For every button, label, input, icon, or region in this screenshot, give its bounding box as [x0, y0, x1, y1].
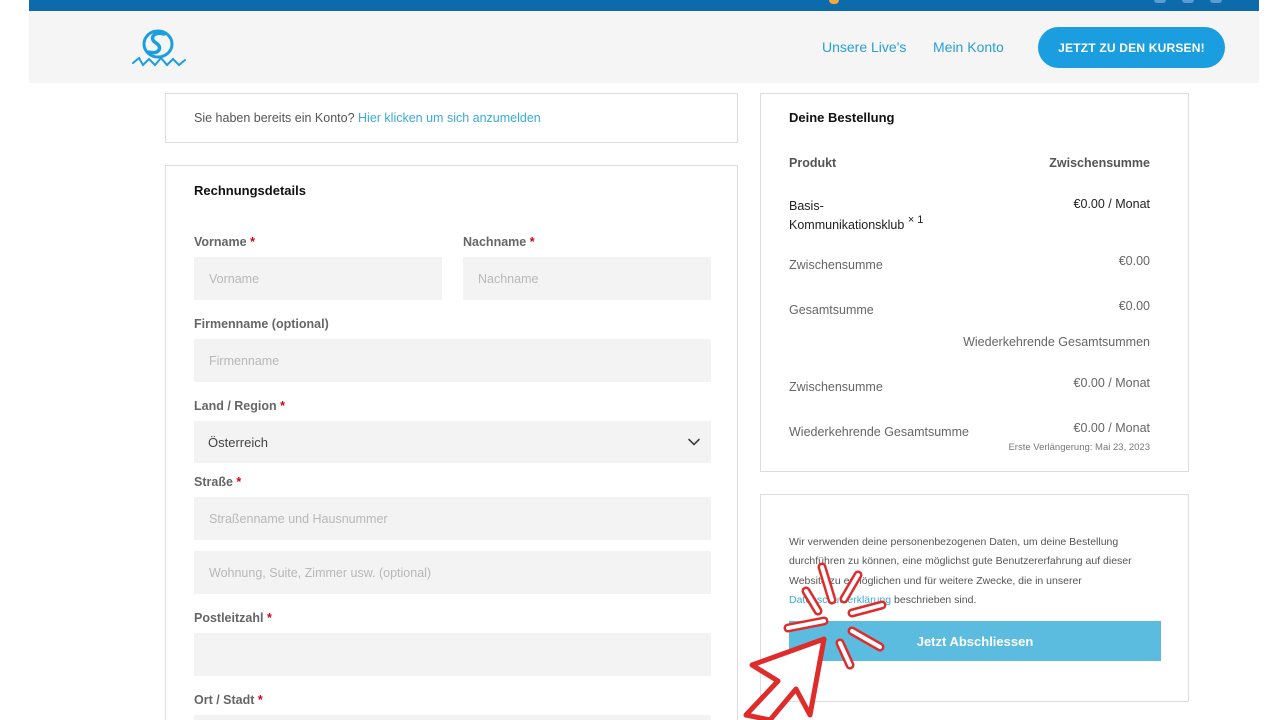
total-label: Gesamtsumme	[789, 303, 874, 317]
saletastic-logo-icon[interactable]	[129, 25, 189, 71]
social-icon[interactable]	[1154, 0, 1166, 3]
site-header: Unsere Live's Mein Konto JETZT ZU DEN KU…	[29, 11, 1259, 83]
strasse-zusatz-input[interactable]	[194, 551, 711, 594]
privacy-text: Wir verwenden deine personenbezogenen Da…	[789, 536, 1132, 606]
recurring-subtotal-value: €0.00 / Monat	[1073, 376, 1150, 390]
order-summary: Deine Bestellung Produkt Zwischensumme B…	[760, 93, 1189, 472]
renewal-date: Erste Verlängerung: Mai 23, 2023	[1008, 442, 1150, 453]
login-text: Sie haben bereits ein Konto? Hier klicke…	[194, 111, 541, 125]
recurring-subtotal-label: Zwischensumme	[789, 380, 883, 394]
nachname-label: Nachname *	[463, 235, 535, 249]
ort-input[interactable]	[194, 715, 711, 720]
postleitzahl-input[interactable]	[194, 633, 711, 676]
recurring-heading: Wiederkehrende Gesamtsummen	[963, 335, 1150, 349]
subtotal-label: Zwischensumme	[789, 258, 883, 272]
strasse-input[interactable]	[194, 497, 711, 540]
land-select[interactable]: Österreich	[194, 421, 711, 463]
chevron-down-icon	[688, 438, 700, 446]
land-label: Land / Region *	[194, 399, 285, 413]
privacy-section: Wir verwenden deine personenbezogenen Da…	[760, 494, 1189, 702]
order-title: Deine Bestellung	[789, 110, 895, 125]
social-icon[interactable]	[1210, 0, 1222, 3]
login-notice: Sie haben bereits ein Konto? Hier klicke…	[165, 93, 738, 143]
col-product-header: Produkt	[789, 156, 837, 170]
postleitzahl-label: Postleitzahl *	[194, 611, 272, 625]
top-bar	[29, 0, 1259, 11]
recurring-total-label: Wiederkehrende Gesamtsumme	[789, 425, 969, 439]
billing-title: Rechnungsdetails	[194, 183, 306, 198]
subtotal-value: €0.00	[1118, 254, 1150, 268]
strasse-label: Straße *	[194, 475, 242, 489]
vorname-label: Vorname *	[194, 235, 255, 249]
billing-details-form: Rechnungsdetails Vorname * Nachname * Fi…	[165, 165, 738, 720]
social-icon[interactable]	[1182, 0, 1194, 3]
product-name: Basis- Kommunikationsklub × 1	[789, 199, 924, 232]
col-subtotal-header: Zwischensumme	[1049, 156, 1150, 170]
total-value: €0.00	[1118, 299, 1150, 313]
ort-label: Ort / Stadt *	[194, 693, 263, 707]
product-price: €0.00 / Monat	[1073, 197, 1150, 211]
recurring-total-value: €0.00 / Monat	[1073, 421, 1150, 435]
nav-link-unsere-lives[interactable]: Unsere Live's	[822, 39, 906, 55]
login-prompt: Sie haben bereits ein Konto?	[194, 111, 355, 125]
cta-kurse-button[interactable]: JETZT ZU DEN KURSEN!	[1038, 27, 1225, 68]
land-select-value: Österreich	[208, 434, 268, 450]
vorname-input[interactable]	[194, 257, 442, 300]
status-dot-icon	[829, 0, 839, 4]
privacy-policy-link[interactable]: Datenschutzerklärung	[789, 594, 891, 606]
nav-link-mein-konto[interactable]: Mein Konto	[933, 39, 1004, 55]
login-link[interactable]: Hier klicken um sich anzumelden	[358, 111, 541, 125]
product-qty: × 1	[907, 214, 924, 226]
firmenname-input[interactable]	[194, 339, 711, 382]
submit-order-button[interactable]: Jetzt Abschliessen	[789, 621, 1161, 661]
firmenname-label: Firmenname (optional)	[194, 317, 329, 331]
nachname-input[interactable]	[463, 257, 711, 300]
